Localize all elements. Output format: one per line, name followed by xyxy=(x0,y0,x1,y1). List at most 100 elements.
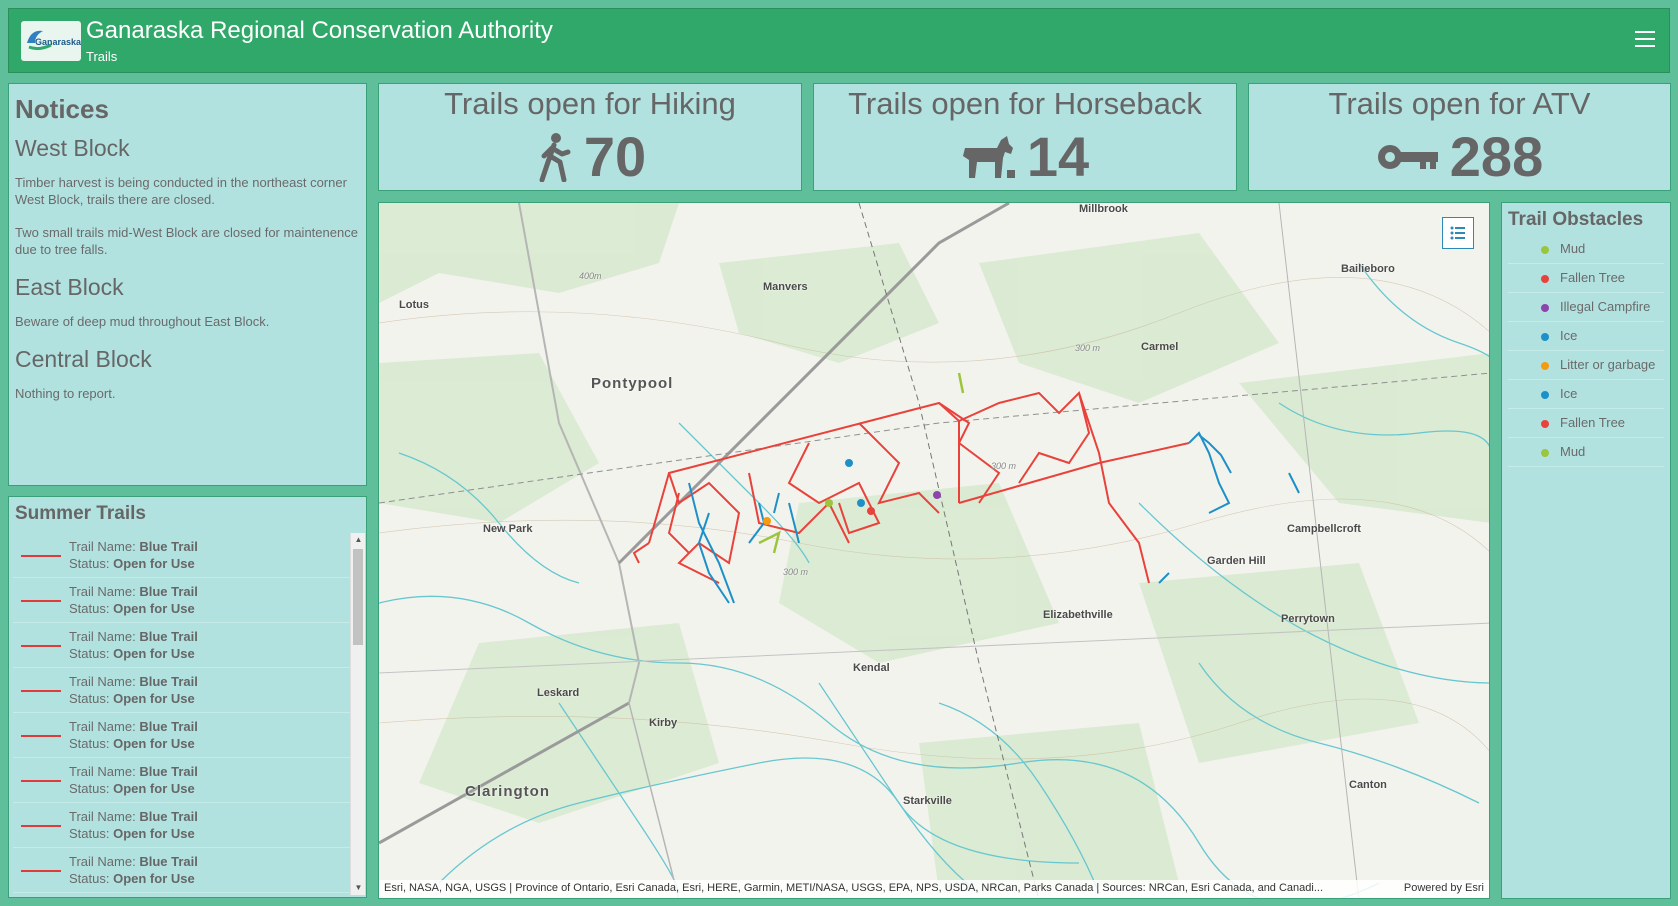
obstacle-label: Illegal Campfire xyxy=(1560,299,1651,314)
ganaraska-logo: Ganaraska xyxy=(21,21,81,61)
atv-stat-card: Trails open for ATV 288 xyxy=(1248,83,1671,191)
obstacle-dot-icon xyxy=(1541,362,1549,370)
trail-name: Blue Trail xyxy=(139,674,198,689)
map-place-label: Bailieboro xyxy=(1341,263,1395,275)
map-place-label: Kendal xyxy=(853,662,890,674)
trail-line-swatch xyxy=(21,870,61,872)
trail-name: Blue Trail xyxy=(139,539,198,554)
trail-list-item[interactable]: Trail Name: Blue Trail Status: Open for U… xyxy=(13,848,358,893)
obstacle-legend-item: Mud xyxy=(1508,438,1664,467)
east-block-notice: Beware of deep mud throughout East Block… xyxy=(15,314,270,329)
map-place-label: 300 m xyxy=(783,567,809,577)
central-block-notice: Nothing to report. xyxy=(15,386,116,401)
trail-list-item[interactable]: Trail Name: Blue Trail Status: Open for U… xyxy=(13,578,358,623)
trail-line-swatch xyxy=(21,645,61,647)
hiking-stat-value: 70 xyxy=(583,125,647,188)
trail-status: Open for Use xyxy=(113,601,195,616)
map-place-label: Elizabethville xyxy=(1043,609,1113,621)
map-place-label: Carmel xyxy=(1141,341,1179,353)
trail-list-scrollbar[interactable]: ▲ ▼ xyxy=(350,533,365,895)
trail-item-text: Trail Name: Blue Trail Status: Open for U… xyxy=(69,674,198,706)
trail-name: Blue Trail xyxy=(139,719,198,734)
obstacle-label: Mud xyxy=(1560,444,1586,459)
trail-list-item[interactable]: Trail Name: Blue Trail Status: Open for U… xyxy=(13,758,358,803)
horse-icon xyxy=(962,136,1015,178)
map-place-label: Leskard xyxy=(537,687,580,699)
obstacle-dot-icon xyxy=(1541,420,1549,428)
obstacle-dot-icon xyxy=(1541,275,1549,283)
trail-item-text: Trail Name: Blue Trail Status: Open for U… xyxy=(69,584,198,616)
map-place-label: Lotus xyxy=(399,299,429,311)
trail-line-swatch xyxy=(21,600,61,602)
scroll-thumb[interactable] xyxy=(353,549,363,645)
key-icon xyxy=(1377,145,1438,169)
map-place-label: 300 m xyxy=(991,461,1017,471)
horseback-stat-value: 14 xyxy=(1026,125,1090,188)
scroll-up-icon[interactable]: ▲ xyxy=(351,533,366,547)
notices-panel: Notices West Block Timber harvest is bei… xyxy=(8,83,367,486)
trail-list-item[interactable]: Trail Name: Blue Trail Status: Open for U… xyxy=(13,713,358,758)
trail-list-item[interactable]: Trail Name: Blue Trail Status: Open for U… xyxy=(13,803,358,848)
map-place-label: Millbrook xyxy=(1079,203,1128,215)
obstacle-dot-icon xyxy=(1541,246,1549,254)
trail-line-swatch xyxy=(21,735,61,737)
central-block-title: Central Block xyxy=(15,346,152,372)
trail-line-swatch xyxy=(21,690,61,692)
obstacle-dot-icon xyxy=(1541,391,1549,399)
map-place-label: Clarington xyxy=(465,783,550,800)
powered-by-esri-link[interactable]: Powered by Esri xyxy=(1403,882,1484,894)
map-attribution: Esri, NASA, NGA, USGS | Province of Onta… xyxy=(379,880,1489,898)
trail-line-swatch xyxy=(21,825,61,827)
scroll-down-icon[interactable]: ▼ xyxy=(351,881,366,895)
hamburger-menu-icon[interactable] xyxy=(1635,31,1655,49)
trail-name: Blue Trail xyxy=(139,629,198,644)
trail-status: Open for Use xyxy=(113,871,195,886)
obstacle-legend-item: Ice xyxy=(1508,380,1664,409)
horseback-stat-card: Trails open for Horseback 14 xyxy=(813,83,1237,191)
map-place-label: 300 m xyxy=(1075,343,1101,353)
logo-text: Ganaraska xyxy=(35,37,81,47)
map-place-label: Campbellcroft xyxy=(1287,523,1361,535)
trail-item-text: Trail Name: Blue Trail Status: Open for U… xyxy=(69,719,198,751)
obstacle-label: Fallen Tree xyxy=(1560,415,1626,430)
trail-list-item[interactable]: Trail Name: Blue Trail Status: Open for U… xyxy=(13,668,358,713)
west-block-notice: Timber harvest is being conducted in the… xyxy=(15,175,347,207)
trail-list[interactable]: Trail Name: Blue Trail Status: Open for U… xyxy=(13,533,358,895)
trail-line-swatch xyxy=(21,780,61,782)
west-block-title: West Block xyxy=(15,135,130,161)
map-place-label: Canton xyxy=(1349,779,1387,791)
list-icon xyxy=(1450,226,1465,240)
obstacle-legend-item: Ice xyxy=(1508,322,1664,351)
trail-line-swatch xyxy=(21,555,61,557)
obstacle-legend-list: Mud Fallen Tree Illegal Campfire Ice Litter … xyxy=(1508,235,1664,467)
trail-item-text: Trail Name: Blue Trail Status: Open for U… xyxy=(69,809,198,841)
obstacle-label: Ice xyxy=(1560,386,1578,401)
atv-stat-title: Trails open for ATV xyxy=(1328,86,1591,121)
trail-item-text: Trail Name: Blue Trail Status: Open for U… xyxy=(69,539,198,571)
trail-map[interactable]: Millbrook Manvers Lotus Pontypool Carmel Bail… xyxy=(378,202,1490,899)
trail-name: Blue Trail xyxy=(139,854,198,869)
trail-status: Open for Use xyxy=(113,556,195,571)
hiking-icon xyxy=(539,133,571,182)
obstacle-dot-icon xyxy=(1541,449,1549,457)
trail-status: Open for Use xyxy=(113,736,195,751)
app-title: Ganaraska Regional Conservation Authorit… xyxy=(86,17,553,44)
summer-trails-title: Summer Trails xyxy=(15,503,146,524)
hiking-stat-card: Trails open for Hiking 70 xyxy=(378,83,802,191)
trail-list-item[interactable]: Trail Name: Blue Trail Status: Open for U… xyxy=(13,533,358,578)
trail-status: Open for Use xyxy=(113,646,195,661)
horseback-stat-title: Trails open for Horseback xyxy=(848,86,1202,121)
obstacle-legend-item: Fallen Tree xyxy=(1508,264,1664,293)
attribution-text: Esri, NASA, NGA, USGS | Province of Onta… xyxy=(384,882,1324,894)
legend-toggle-button[interactable] xyxy=(1442,217,1474,249)
obstacle-legend-item: Illegal Campfire xyxy=(1508,293,1664,322)
obstacle-label: Ice xyxy=(1560,328,1578,343)
obstacle-legend-item: Fallen Tree xyxy=(1508,409,1664,438)
trail-list-item[interactable]: Trail Name: Blue Trail Status: Open for U… xyxy=(13,623,358,668)
trail-item-text: Trail Name: Blue Trail Status: Open for U… xyxy=(69,854,198,886)
app-subtitle: Trails xyxy=(86,49,118,64)
obstacle-label: Litter or garbage xyxy=(1560,357,1656,372)
obstacle-dot-icon xyxy=(1541,333,1549,341)
map-place-label: Starkville xyxy=(903,795,952,807)
trail-status: Open for Use xyxy=(113,781,195,796)
